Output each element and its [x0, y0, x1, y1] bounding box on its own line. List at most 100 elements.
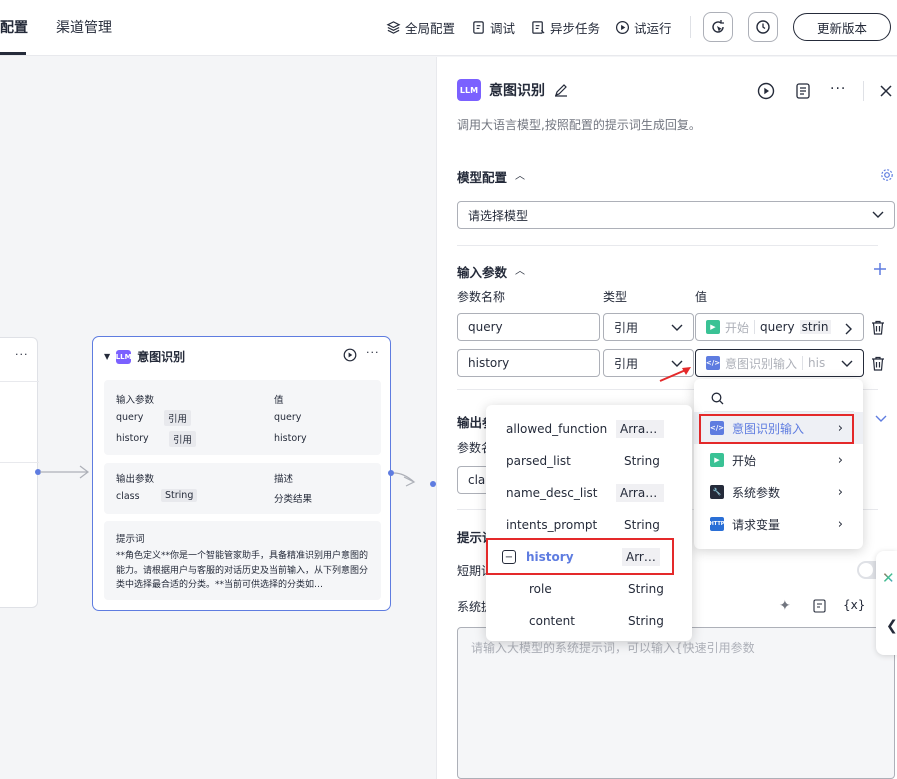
param-value-select-query[interactable]: ▶ 开始 query strin — [695, 313, 864, 341]
task-icon — [532, 21, 545, 34]
chevron-down-icon — [841, 360, 853, 367]
var-type: String — [624, 518, 660, 532]
edit-pencil-icon[interactable] — [553, 82, 569, 98]
async-task-label: 异步任务 — [550, 21, 601, 36]
publish-button[interactable] — [703, 12, 733, 42]
system-prompt-textarea[interactable]: 请输入大模型的系统提示词，可以输入{快速引用参数 — [457, 627, 895, 779]
output-name-value: cla — [468, 473, 486, 487]
panel-title-text: 意图识别 — [489, 83, 545, 99]
tab-config[interactable]: 配置 — [0, 17, 28, 37]
value-source: 意图识别输入 — [725, 356, 798, 371]
chevron-left-icon[interactable]: ❮ — [886, 618, 897, 634]
chevron-right-icon: › — [837, 484, 843, 500]
output-desc-header: 描述 — [274, 474, 294, 485]
collapse-chevron-icon[interactable]: ︿ — [515, 262, 525, 277]
http-icon: HTTP — [710, 517, 724, 531]
input-value-header: 值 — [274, 395, 284, 406]
run-node-icon[interactable] — [343, 348, 357, 362]
var-name: parsed_list — [506, 454, 571, 468]
search-icon[interactable] — [711, 392, 724, 405]
panel-title: LLM 意图识别 — [457, 79, 569, 101]
side-floating-widget: ✕ ❮ — [876, 551, 897, 655]
source-dropdown: </> 意图识别输入 › ▶ 开始 › 🔧 系统参数 › HTTP 请求变量 › — [694, 379, 863, 549]
divider — [863, 81, 864, 101]
top-bar: 配置 渠道管理 全局配置 调试 异步任务 试运行 更新版本 — [0, 0, 897, 56]
assistant-logo-icon[interactable]: ✕ — [882, 569, 895, 587]
update-version-button[interactable]: 更新版本 — [793, 13, 891, 41]
intent-recognition-node[interactable]: ▼ LLM 意图识别 ··· 输入参数 值 query 引用 query his… — [92, 336, 391, 611]
global-config-button[interactable]: 全局配置 — [386, 18, 455, 37]
add-param-icon[interactable] — [873, 262, 887, 276]
var-item-role[interactable]: role String — [486, 573, 692, 605]
delete-icon[interactable] — [871, 320, 885, 335]
output-desc-class: 分类结果 — [274, 494, 313, 505]
param-name-field-history[interactable]: history — [457, 349, 600, 377]
var-name: allowed_function — [506, 422, 608, 436]
trial-run-button[interactable]: 试运行 — [615, 18, 672, 37]
trial-run-label: 试运行 — [634, 21, 672, 36]
collapse-caret-icon[interactable]: ▼ — [104, 352, 110, 361]
chevron-right-icon: › — [837, 452, 843, 468]
chevron-down-icon — [872, 211, 884, 218]
model-config-label: 模型配置 — [457, 170, 508, 185]
close-icon[interactable] — [879, 84, 893, 98]
value-var: query — [760, 320, 795, 334]
var-name: content — [529, 614, 575, 628]
model-select[interactable]: 请选择模型 — [457, 201, 895, 229]
var-type: String — [624, 454, 660, 468]
source-item-system-params[interactable]: 🔧 系统参数 › — [694, 476, 863, 508]
input-params-header: 输入参数 — [116, 395, 155, 406]
var-item-name-desc-list[interactable]: name_desc_list Arra… — [486, 477, 692, 509]
param-type-value: 引用 — [614, 356, 639, 371]
async-task-button[interactable]: 异步任务 — [531, 18, 600, 37]
run-icon[interactable] — [757, 82, 775, 100]
chevron-right-icon: › — [837, 516, 843, 532]
sparkle-icon[interactable]: ✦ — [779, 598, 791, 614]
var-type: Arra… — [616, 420, 664, 438]
node-more-icon[interactable]: ··· — [366, 346, 380, 359]
source-item-label: 开始 — [732, 453, 757, 468]
param-name-field-query[interactable]: query — [457, 313, 600, 341]
template-icon[interactable] — [813, 599, 826, 613]
value-var: his — [808, 356, 826, 370]
var-item-allowed-function[interactable]: allowed_function Arra… — [486, 413, 692, 445]
prompt-preview: **角色定义**你是一个智能管家助手，具备精准识别用户意图的能力。请根据用户与客… — [116, 551, 369, 590]
history-button[interactable] — [748, 12, 778, 42]
var-item-content[interactable]: content String — [486, 605, 692, 637]
param-value-select-history[interactable]: </> 意图识别输入 his — [695, 349, 864, 377]
tab-channel-management[interactable]: 渠道管理 — [56, 17, 112, 37]
input-params-label: 输入参数 — [457, 265, 508, 280]
debug-icon — [473, 21, 484, 34]
source-item-request-vars[interactable]: HTTP 请求变量 › — [694, 508, 863, 540]
var-type: Arra… — [616, 484, 664, 502]
input-type-history: 引用 — [169, 431, 197, 447]
settings-gear-icon[interactable] — [880, 168, 894, 182]
previous-node[interactable]: ··· — [0, 337, 39, 608]
param-type-value: 引用 — [614, 320, 639, 335]
var-item-intents-prompt[interactable]: intents_prompt String — [486, 509, 692, 541]
var-item-parsed-list[interactable]: parsed_list String — [486, 445, 692, 477]
var-type: String — [628, 582, 664, 596]
node-header: ▼ LLM 意图识别 — [104, 348, 185, 365]
chevron-down-icon[interactable] — [875, 415, 887, 423]
insert-variable-button[interactable]: {x} — [843, 598, 865, 612]
textarea-placeholder: 请输入大模型的系统提示词，可以输入{快速引用参数 — [471, 641, 755, 655]
output-params-header: 输出参数 — [116, 474, 155, 485]
edge-arrow — [40, 465, 89, 479]
value-type: strin — [799, 320, 831, 334]
var-name: name_desc_list — [506, 486, 598, 500]
delete-icon[interactable] — [871, 356, 885, 371]
divider — [457, 245, 878, 246]
collapse-chevron-icon[interactable]: ︿ — [515, 167, 525, 182]
more-icon[interactable]: ··· — [15, 348, 29, 361]
debug-button[interactable]: 调试 — [471, 18, 515, 37]
log-icon[interactable] — [794, 82, 812, 100]
variable-dropdown: allowed_function Arra… parsed_list Strin… — [486, 405, 692, 641]
chevron-right-icon — [845, 323, 852, 335]
param-type-select-query[interactable]: 引用 — [603, 313, 694, 341]
source-item-start[interactable]: ▶ 开始 › — [694, 444, 863, 476]
panel-more-icon[interactable]: ··· — [830, 81, 846, 97]
highlight-source-intent — [699, 414, 854, 444]
col-type: 类型 — [603, 290, 628, 304]
history-icon — [756, 20, 770, 34]
